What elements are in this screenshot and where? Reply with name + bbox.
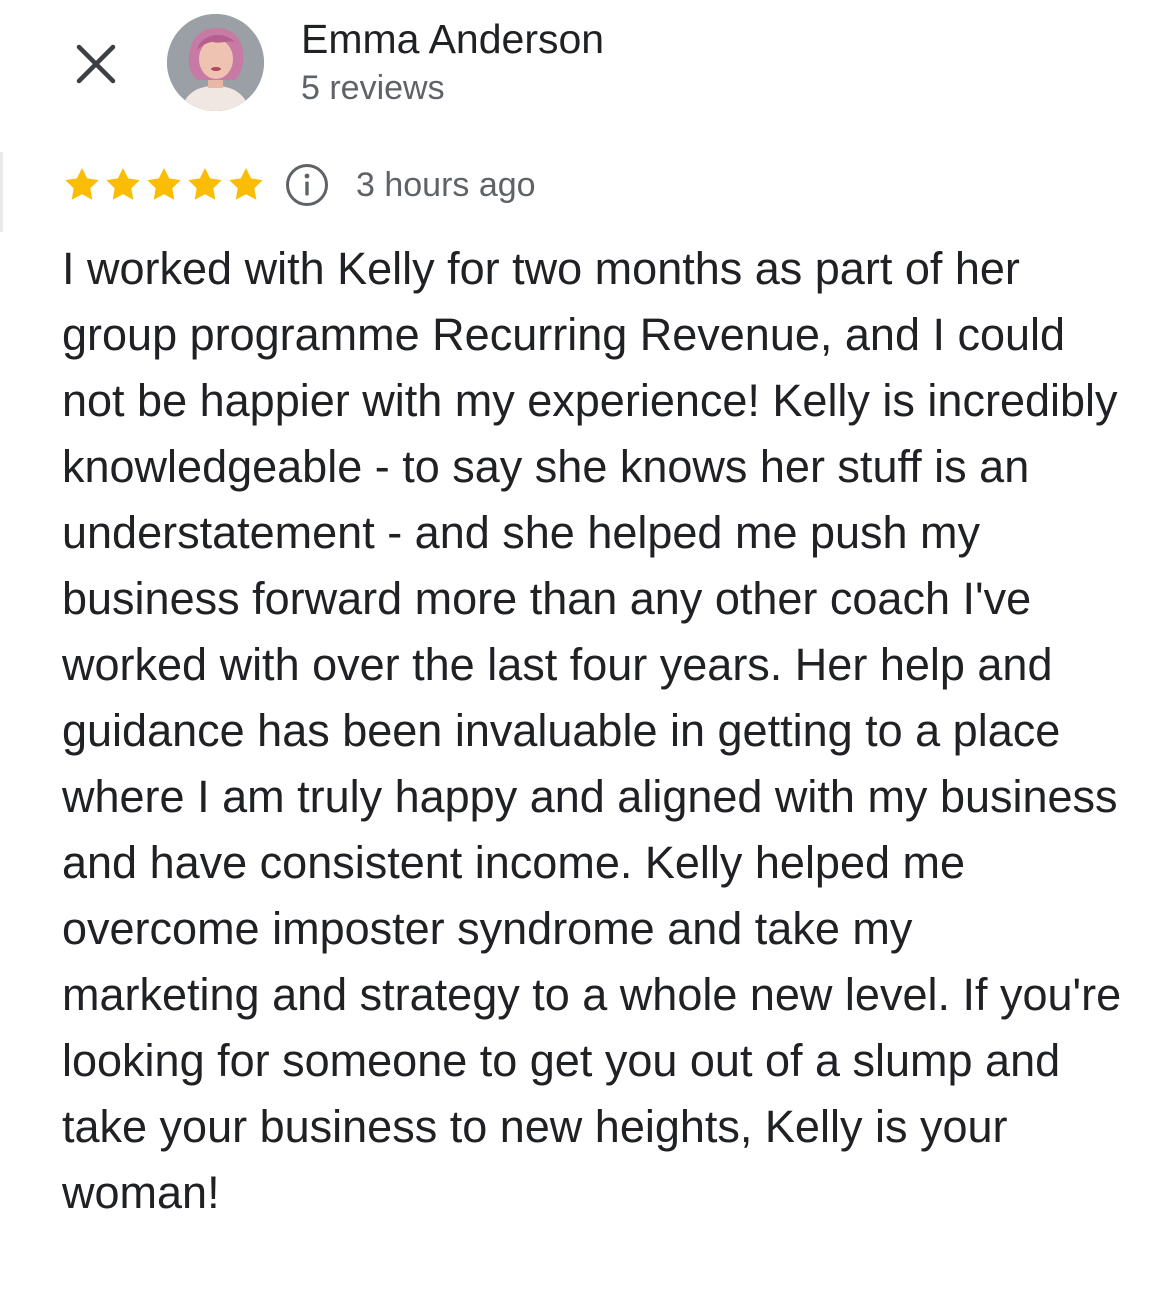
rating-row: 3 hours ago [62, 160, 536, 210]
divider [0, 152, 3, 232]
review-timestamp: 3 hours ago [356, 165, 536, 204]
star-icon [147, 168, 181, 200]
info-icon[interactable] [284, 162, 330, 208]
star-icon [65, 168, 99, 200]
avatar[interactable] [167, 14, 264, 111]
star-icon [106, 168, 140, 200]
review-header: Emma Anderson 5 reviews [0, 0, 1170, 130]
close-icon [76, 44, 116, 84]
close-button[interactable] [62, 30, 130, 98]
reviewer-name[interactable]: Emma Anderson [301, 14, 604, 64]
star-icon [229, 168, 263, 200]
star-rating [62, 165, 267, 205]
review-body: I worked with Kelly for two months as pa… [62, 243, 1122, 1218]
star-icon [188, 168, 222, 200]
avatar-image [167, 14, 264, 111]
reviewer-review-count: 5 reviews [301, 69, 445, 107]
